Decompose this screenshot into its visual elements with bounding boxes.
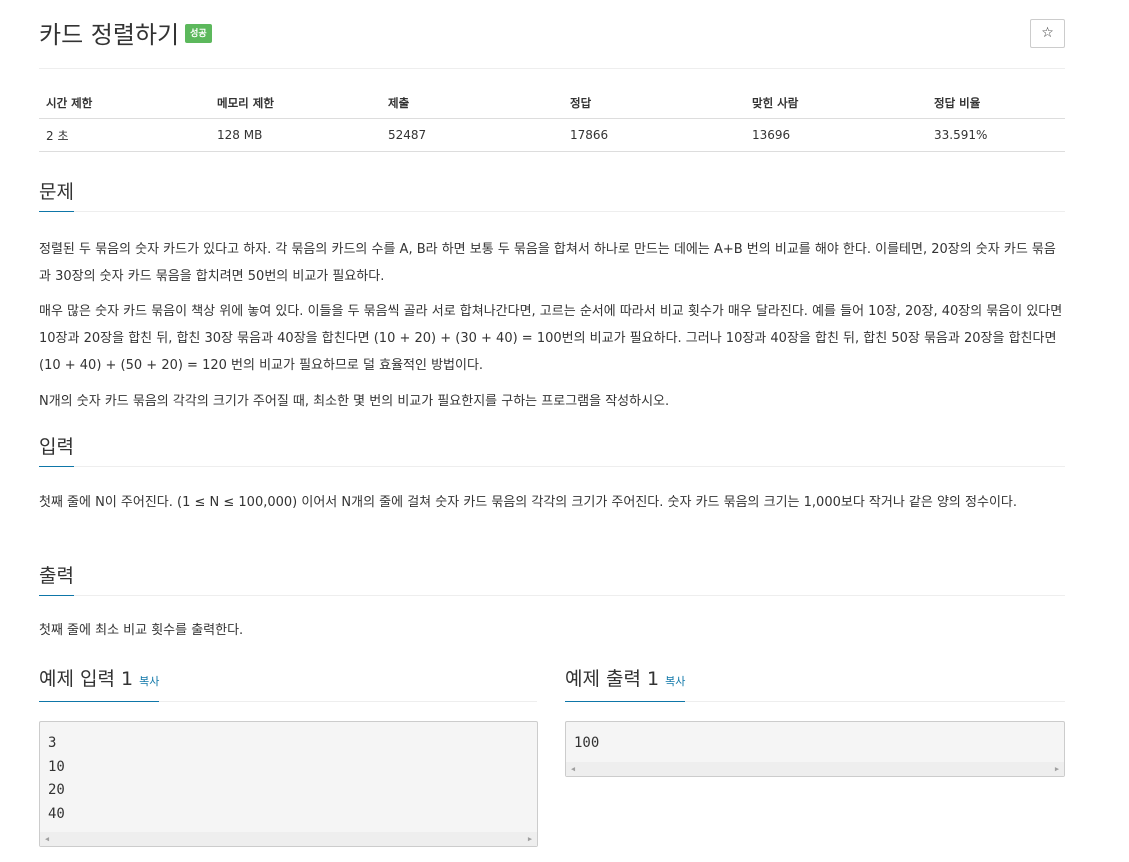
info-header-submissions: 제출	[381, 88, 563, 119]
scroll-right-arrow-icon[interactable]: ▶	[1050, 762, 1064, 776]
sample-input-title: 예제 입력 1	[39, 668, 134, 690]
input-section-header: 입력	[39, 432, 1065, 467]
problem-paragraph: 정렬된 두 묶음의 숫자 카드가 있다고 하자. 각 묶음의 카드의 수를 A,…	[39, 242, 1056, 284]
info-memory-limit: 128 MB	[210, 118, 381, 152]
sample-input-heading: 예제 입력 1 복사	[39, 664, 160, 702]
sample-output-heading: 예제 출력 1 복사	[565, 664, 686, 702]
problem-info-table: 시간 제한 메모리 제한 제출 정답 맞힌 사람 정답 비율 2 초 128 M…	[39, 88, 1065, 152]
problem-section-header: 문제	[39, 177, 1065, 212]
info-ratio: 33.591%	[927, 118, 1065, 152]
info-value-row: 2 초 128 MB 52487 17866 13696 33.591%	[39, 118, 1065, 152]
sample-output-content: 100	[574, 735, 600, 751]
problem-title: 카드 정렬하기	[39, 21, 180, 49]
scroll-left-arrow-icon[interactable]: ◀	[40, 832, 54, 846]
info-header-ratio: 정답 비율	[927, 88, 1065, 119]
info-header-memory-limit: 메모리 제한	[210, 88, 381, 119]
info-header-solved-users: 맞힌 사람	[745, 88, 927, 119]
info-accepted: 17866	[563, 118, 745, 152]
output-heading: 출력	[39, 561, 74, 596]
info-solved-users: 13696	[745, 118, 927, 152]
input-description: 첫째 줄에 N이 주어진다. (1 ≤ N ≤ 100,000) 이어서 N개의…	[39, 495, 1017, 510]
page-title: 카드 정렬하기 성공	[39, 18, 212, 52]
info-header-accepted: 정답	[563, 88, 745, 119]
sample-output-box[interactable]: 100 ◀ ▶	[565, 721, 1065, 777]
info-time-limit: 2 초	[39, 118, 210, 152]
star-button[interactable]: ☆	[1030, 19, 1065, 48]
output-section-header: 출력	[39, 561, 1065, 596]
sample-input-scrollbar[interactable]: ◀ ▶	[40, 832, 537, 846]
output-description: 첫째 줄에 최소 비교 횟수를 출력한다.	[39, 623, 244, 638]
sample-input-box[interactable]: 3 10 20 40 ◀ ▶	[39, 721, 538, 847]
copy-output-button[interactable]: 복사	[665, 675, 685, 688]
copy-input-button[interactable]: 복사	[139, 675, 159, 688]
sample-input-header: 예제 입력 1 복사	[39, 664, 537, 702]
status-badge: 성공	[185, 23, 212, 43]
sample-output-scrollbar[interactable]: ◀ ▶	[566, 762, 1064, 776]
sample-output-title: 예제 출력 1	[565, 668, 660, 690]
info-header-row: 시간 제한 메모리 제한 제출 정답 맞힌 사람 정답 비율	[39, 88, 1065, 119]
info-submissions: 52487	[381, 118, 563, 152]
sample-input-content: 3 10 20 40	[48, 735, 65, 822]
problem-paragraph: N개의 숫자 카드 묶음의 각각의 크기가 주어질 때, 최소한 몇 번의 비교…	[39, 394, 670, 409]
scroll-right-arrow-icon[interactable]: ▶	[523, 832, 537, 846]
problem-paragraph: 매우 많은 숫자 카드 묶음이 책상 위에 놓여 있다. 이들을 두 묶음씩 골…	[39, 304, 1063, 373]
problem-page: 카드 정렬하기 성공 ☆ 시간 제한 메모리 제한 제출 정답 맞힌 사람 정답 …	[39, 0, 1065, 847]
info-header-time-limit: 시간 제한	[39, 88, 210, 119]
title-row: 카드 정렬하기 성공 ☆	[39, 0, 1065, 69]
problem-heading: 문제	[39, 177, 74, 212]
sample-output-header: 예제 출력 1 복사	[565, 664, 1065, 702]
input-heading: 입력	[39, 432, 74, 467]
scroll-left-arrow-icon[interactable]: ◀	[566, 762, 580, 776]
